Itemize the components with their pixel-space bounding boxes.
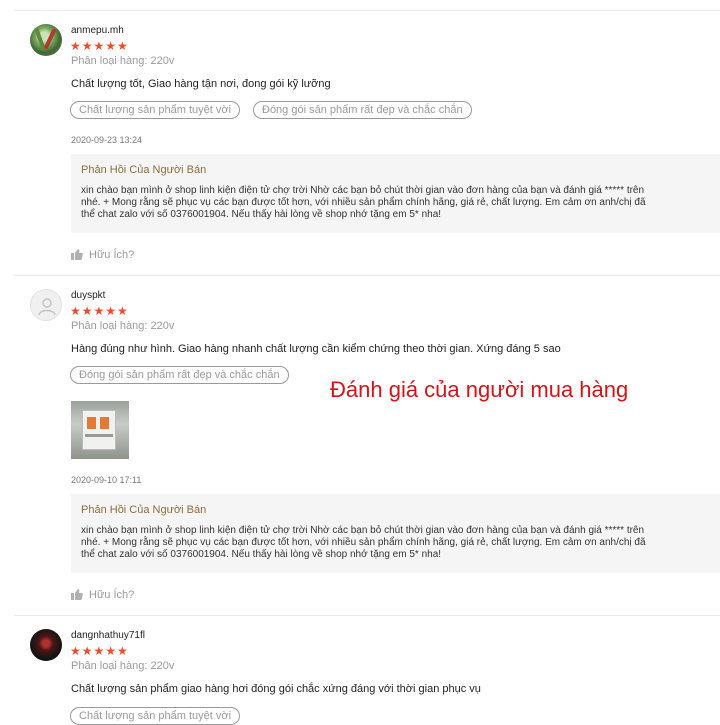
overlay-title: Đánh giá của người mua hàng bbox=[330, 377, 629, 402]
seller-reply: Phản Hồi Của Người Bán xin chào bạn mình… bbox=[71, 154, 720, 233]
review-item: dangnhathuy71fl ★★★★★ Phân loại hàng: 22… bbox=[14, 615, 720, 725]
user-avatar[interactable] bbox=[30, 629, 62, 661]
review-tag: Đóng gói sản phẩm rất đẹp và chắc chắn bbox=[70, 366, 289, 384]
seller-reply: Phản Hồi Của Người Bán xin chào bạn mình… bbox=[71, 494, 720, 573]
seller-reply-text: xin chào bạn mình ở shop linh kiện điện … bbox=[81, 525, 646, 561]
thumbs-up-icon bbox=[71, 589, 83, 603]
user-avatar[interactable] bbox=[30, 24, 62, 56]
review-item: anmepu.mh ★★★★★ Phân loại hàng: 220v Chấ… bbox=[14, 10, 720, 276]
rating-stars: ★★★★★ bbox=[70, 304, 129, 318]
seller-reply-text: xin chào bạn mình ở shop linh kiện điện … bbox=[81, 185, 646, 221]
helpful-button[interactable]: Hữu Ích? bbox=[71, 249, 134, 263]
review-timestamp: 2020-09-23 13:24 bbox=[71, 135, 143, 145]
product-variation: Phân loại hàng: 220v bbox=[71, 320, 175, 332]
review-comment: Chất lượng tốt, Giao hàng tận nơi, đong … bbox=[71, 78, 331, 90]
thumbs-up-icon bbox=[71, 249, 83, 263]
review-item: duyspkt ★★★★★ Phân loại hàng: 220v Hàng … bbox=[14, 275, 720, 616]
seller-reply-title: Phản Hồi Của Người Bán bbox=[81, 164, 207, 176]
helpful-button[interactable]: Hữu Ích? bbox=[71, 589, 134, 603]
review-username[interactable]: anmepu.mh bbox=[71, 25, 124, 36]
helpful-label: Hữu Ích? bbox=[89, 249, 135, 261]
product-variation: Phân loại hàng: 220v bbox=[71, 55, 175, 67]
review-comment: Chất lượng sản phẩm giao hàng hơi đóng g… bbox=[71, 683, 481, 695]
rating-stars: ★★★★★ bbox=[70, 644, 129, 658]
helpful-label: Hữu Ích? bbox=[89, 589, 135, 601]
review-tag: Chất lượng sản phẩm tuyệt vời bbox=[70, 707, 241, 725]
review-username[interactable]: dangnhathuy71fl bbox=[71, 630, 145, 641]
reply-line: nhé. + Mong rằng sẽ phục vụ các bạn được… bbox=[81, 197, 646, 208]
review-timestamp: 2020-09-10 17:11 bbox=[71, 475, 142, 485]
review-tag: Đóng gói sản phẩm rất đẹp và chắc chắn bbox=[253, 101, 472, 119]
user-avatar[interactable] bbox=[30, 289, 62, 321]
review-tag: Chất lượng sản phẩm tuyệt vời bbox=[70, 101, 241, 119]
reply-line: xin chào bạn mình ở shop linh kiện điện … bbox=[81, 525, 645, 536]
reply-line: thể chat zalo với số 0376001904. Nếu thấ… bbox=[81, 209, 442, 220]
rating-stars: ★★★★★ bbox=[70, 39, 129, 53]
reply-line: thể chat zalo với số 0376001904. Nếu thấ… bbox=[81, 549, 442, 560]
review-photo[interactable] bbox=[71, 401, 129, 459]
review-comment: Hàng đúng như hình. Giao hàng nhanh chất… bbox=[71, 343, 561, 355]
reply-line: nhé. + Mong rằng sẽ phục vụ các bạn được… bbox=[81, 537, 646, 548]
reply-line: xin chào bạn mình ở shop linh kiện điện … bbox=[81, 185, 645, 196]
seller-reply-title: Phản Hồi Của Người Bán bbox=[81, 504, 207, 516]
product-variation: Phân loại hàng: 220v bbox=[71, 660, 175, 672]
review-username[interactable]: duyspkt bbox=[71, 290, 105, 301]
